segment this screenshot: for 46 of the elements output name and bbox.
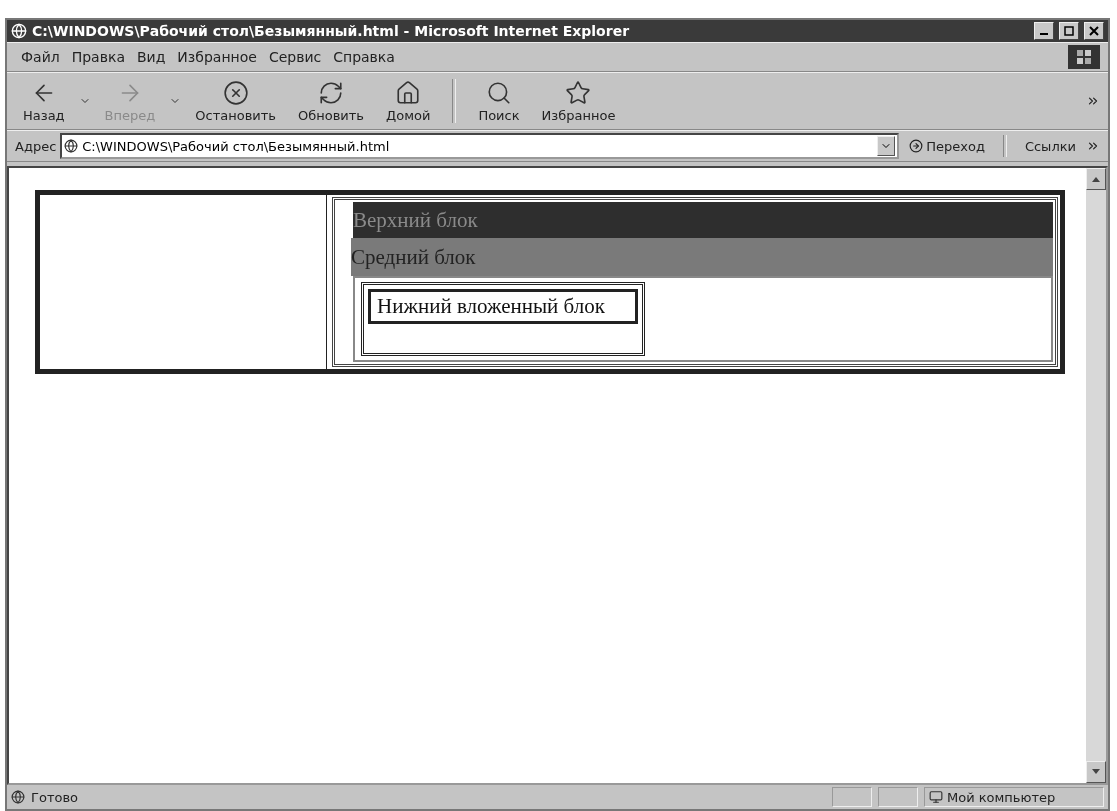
menu-item[interactable]: Файл [15,49,66,65]
minimize-icon [1040,33,1048,35]
minimize-button[interactable] [1034,22,1054,40]
toolbar-button[interactable]: Обновить [290,77,373,125]
zone-text: Мой компьютер [947,789,1056,805]
maximize-icon [1064,26,1074,36]
page-icon [64,139,79,153]
block-text: Нижний вложенный блок [377,294,605,318]
menu-item[interactable]: Сервис [262,49,328,65]
menu-item[interactable]: Справка [327,49,401,65]
more-icon[interactable] [1086,139,1100,153]
go-button[interactable]: Переход [903,138,991,154]
toolbar-button[interactable]: Избранное [533,77,624,125]
toolbar-button[interactable]: Поиск [470,77,528,125]
scrollbar[interactable] [1086,168,1106,783]
block-text: Средний блок [351,244,476,270]
status-pane [878,787,918,807]
down-arrow-icon [1092,769,1100,775]
star-icon [565,79,592,106]
browser-icon [11,23,27,39]
links-button[interactable]: Ссылки [1018,138,1082,154]
up-arrow-icon [1092,176,1100,182]
page-icon [11,790,25,804]
status-pane [832,787,872,807]
menu-item[interactable]: Избранное [171,49,263,65]
address-field[interactable]: C:\WINDOWS\Рабочий стол\Безымянный.html [60,133,900,159]
menu-item[interactable]: Вид [130,49,172,65]
close-button[interactable] [1084,22,1104,40]
window-title: C:\WINDOWS\Рабочий стол\Безымянный.html - Microsoft Internet Explorer [32,23,631,39]
maximize-button[interactable] [1059,22,1079,40]
dropdown-button[interactable] [877,136,896,156]
close-icon [1089,26,1099,36]
home-icon [395,79,422,106]
block-text: Верхний блок [353,207,478,233]
toolbar-button[interactable]: Домой [378,77,439,125]
computer-icon [929,790,943,804]
status-text: Готово [31,789,79,805]
toolbar-button[interactable]: Назад [15,77,73,125]
stop-icon [222,79,249,106]
refresh-icon [318,79,344,106]
menu-item[interactable]: Правка [65,49,131,65]
scroll-down-button[interactable] [1086,761,1106,783]
more-icon[interactable] [1086,94,1100,108]
toolbar-button[interactable]: Остановить [187,77,284,125]
scroll-up-button[interactable] [1086,168,1106,190]
address-label: Адрес [15,138,57,154]
